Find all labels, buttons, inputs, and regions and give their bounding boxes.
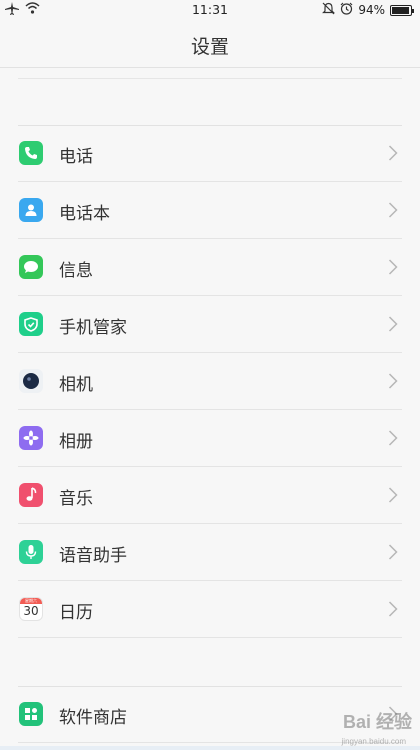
chevron-right-icon: [388, 544, 398, 560]
store-icon: [19, 702, 43, 726]
settings-item-label: 相册: [59, 432, 93, 452]
settings-item-camera[interactable]: 相机: [0, 353, 420, 410]
chevron-right-icon: [388, 487, 398, 503]
album-icon: [19, 426, 43, 450]
divider: [18, 78, 402, 79]
chevron-right-icon: [388, 430, 398, 446]
message-icon: [19, 255, 43, 279]
settings-item-label: 手机管家: [59, 318, 127, 338]
settings-item-calendar[interactable]: 星期六 30 日历: [0, 581, 420, 638]
music-icon: [19, 483, 43, 507]
settings-item-music[interactable]: 音乐: [0, 467, 420, 524]
settings-item-album[interactable]: 相册: [0, 410, 420, 467]
chevron-right-icon: [388, 316, 398, 332]
bottom-strip: [0, 746, 420, 750]
battery-fill: [392, 6, 409, 14]
chevron-right-icon: [388, 259, 398, 275]
settings-item-shield[interactable]: 手机管家: [0, 296, 420, 353]
alarm-icon: [340, 2, 353, 18]
page-title: 设置: [190, 36, 229, 58]
settings-item-microphone[interactable]: 语音助手: [0, 524, 420, 581]
calendar-icon: 星期六 30: [19, 597, 43, 621]
chevron-right-icon: [388, 145, 398, 161]
contacts-icon: [19, 198, 43, 222]
settings-item-label: 软件商店: [59, 708, 127, 728]
settings-item-message[interactable]: 信息: [0, 239, 420, 296]
battery-percent: 94%: [358, 3, 385, 17]
watermark-text: Bai 经验: [342, 712, 412, 732]
settings-item-label: 信息: [59, 261, 93, 281]
chevron-right-icon: [388, 202, 398, 218]
settings-item-label: 电话: [59, 147, 93, 167]
settings-app-group: 电话电话本信息手机管家相机相册音乐语音助手星期六 30 日历: [0, 125, 420, 638]
watermark-url: jingyan.baidu.com: [341, 737, 406, 746]
battery-icon: [390, 4, 414, 16]
microphone-icon: [19, 540, 43, 564]
shield-icon: [19, 312, 43, 336]
settings-item-label: 电话本: [59, 204, 110, 224]
settings-item-label: 相机: [59, 375, 93, 395]
settings-item-phone[interactable]: 电话: [0, 125, 420, 182]
mute-bell-icon: [322, 2, 336, 18]
settings-item-label: 语音助手: [59, 546, 127, 566]
settings-item-label: 音乐: [59, 489, 93, 509]
settings-item-label: 日历: [59, 603, 93, 623]
nav-header: 设置: [0, 20, 420, 68]
settings-item-contacts[interactable]: 电话本: [0, 182, 420, 239]
phone-icon: [19, 141, 43, 165]
camera-icon: [19, 369, 43, 393]
chevron-right-icon: [388, 373, 398, 389]
calendar-icon-day: 30: [23, 604, 39, 618]
status-bar: 11:31 94%: [0, 0, 420, 20]
chevron-right-icon: [388, 601, 398, 617]
